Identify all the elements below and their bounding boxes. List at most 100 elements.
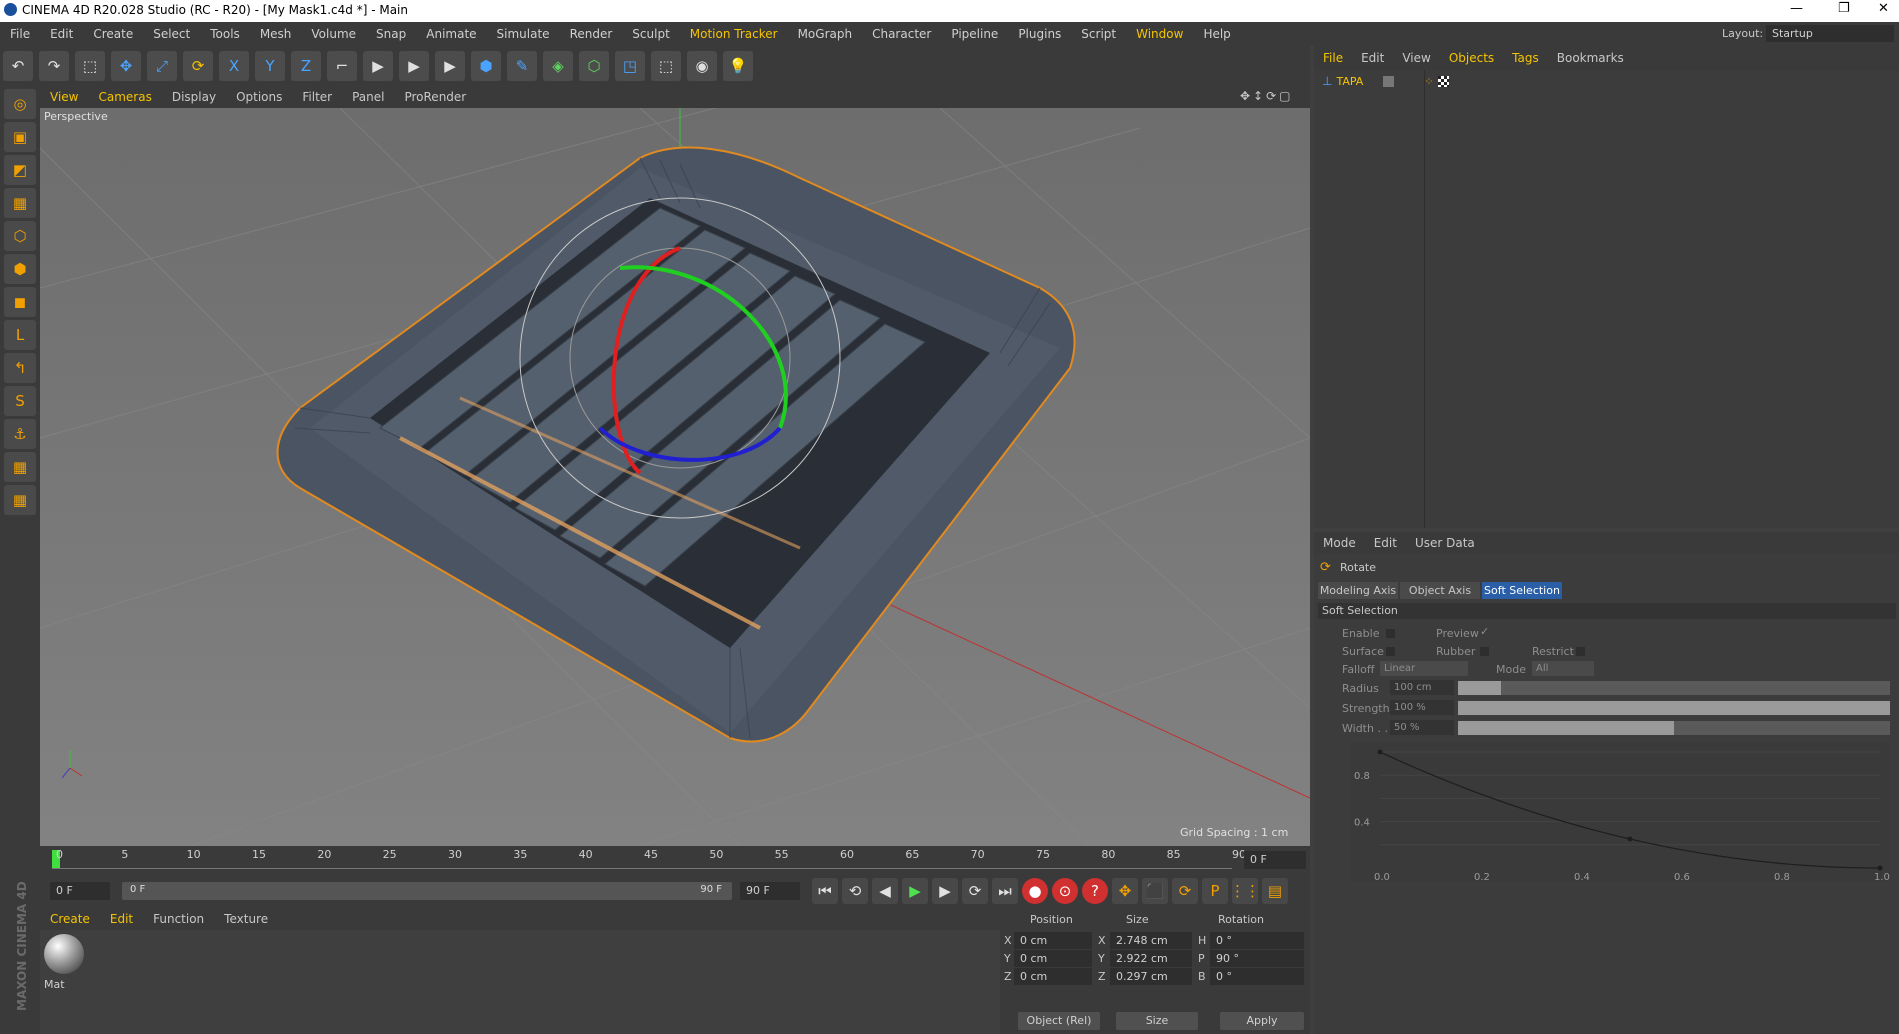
enable-checkbox[interactable] xyxy=(1386,629,1395,638)
coord-system-icon[interactable]: ⌐ xyxy=(327,51,357,81)
next-frame-icon[interactable]: ▶ xyxy=(932,878,958,904)
restrict-checkbox[interactable] xyxy=(1576,647,1585,656)
size-z-field[interactable]: 0.297 cm xyxy=(1110,968,1192,985)
menu-window[interactable]: Window xyxy=(1126,22,1193,46)
rotation-b-field[interactable]: 0 ° xyxy=(1210,968,1304,985)
subdivision-icon[interactable]: ◈ xyxy=(543,51,573,81)
minimize-icon[interactable]: — xyxy=(1790,1,1803,16)
radius-slider[interactable] xyxy=(1458,681,1890,695)
rotation-h-field[interactable]: 0 ° xyxy=(1210,932,1304,949)
viewport-menu-prorender[interactable]: ProRender xyxy=(394,86,476,108)
viewport-menu-cameras[interactable]: Cameras xyxy=(88,86,161,108)
attribute-menu-mode[interactable]: Mode xyxy=(1314,532,1365,554)
menu-pipeline[interactable]: Pipeline xyxy=(941,22,1008,46)
mode-select[interactable]: All xyxy=(1532,661,1594,676)
make-editable-icon[interactable]: ◎ xyxy=(4,89,36,119)
menu-create[interactable]: Create xyxy=(83,22,143,46)
menu-volume[interactable]: Volume xyxy=(301,22,366,46)
go-start-icon[interactable]: ⏮ xyxy=(812,878,838,904)
size-mode-select[interactable]: Size xyxy=(1116,1012,1198,1030)
tab-object-axis[interactable]: Object Axis xyxy=(1400,582,1480,599)
edit-render-icon[interactable]: ▶ xyxy=(435,51,465,81)
snap-icon[interactable]: ⚓ xyxy=(4,419,36,449)
x-axis-icon[interactable]: X xyxy=(219,51,249,81)
menu-tools[interactable]: Tools xyxy=(200,22,250,46)
position-x-field[interactable]: 0 cm xyxy=(1014,932,1092,949)
viewport-menu-filter[interactable]: Filter xyxy=(292,86,342,108)
menu-character[interactable]: Character xyxy=(862,22,941,46)
attribute-menu-edit[interactable]: Edit xyxy=(1365,532,1406,554)
width-slider[interactable] xyxy=(1458,721,1890,735)
key-param-icon[interactable]: P xyxy=(1202,878,1228,904)
undo-icon[interactable]: ↶ xyxy=(3,51,33,81)
key-rotation-icon[interactable]: ⟳ xyxy=(1172,878,1198,904)
menu-sculpt[interactable]: Sculpt xyxy=(622,22,679,46)
model-mode-icon[interactable]: ▣ xyxy=(4,122,36,152)
key-scale-icon[interactable]: ⬛ xyxy=(1142,878,1168,904)
loop-icon[interactable]: ⟲ xyxy=(842,878,868,904)
menu-file[interactable]: File xyxy=(0,22,40,46)
prev-frame-icon[interactable]: ◀ xyxy=(872,878,898,904)
position-y-field[interactable]: 0 cm xyxy=(1014,950,1092,967)
material-menu-function[interactable]: Function xyxy=(143,908,214,930)
start-frame-field[interactable]: 0 F xyxy=(50,882,110,900)
material-name[interactable]: Mat xyxy=(44,978,65,991)
menu-animate[interactable]: Animate xyxy=(416,22,486,46)
material-menu-create[interactable]: Create xyxy=(40,908,100,930)
timeline-ruler[interactable]: 0 5 10 15 20 25 30 35 40 45 50 55 60 65 70 75 80 85 90 xyxy=(52,848,1246,872)
radius-field[interactable]: 100 cm xyxy=(1390,680,1454,695)
array-icon[interactable]: ⬡ xyxy=(579,51,609,81)
viewport-menu-options[interactable]: Options xyxy=(226,86,292,108)
rotate-icon[interactable]: ⟳ xyxy=(183,51,213,81)
range-slider[interactable]: 0 F 90 F xyxy=(122,882,732,900)
falloff-select[interactable]: Linear xyxy=(1380,661,1468,676)
close-icon[interactable]: ✕ xyxy=(1878,1,1889,16)
attribute-menu-user-data[interactable]: User Data xyxy=(1406,532,1484,554)
polygons-icon[interactable]: ◼ xyxy=(4,287,36,317)
z-axis-icon[interactable]: Z xyxy=(291,51,321,81)
rotation-p-field[interactable]: 90 ° xyxy=(1210,950,1304,967)
viewport-menu-view[interactable]: View xyxy=(40,86,88,108)
visibility-icon[interactable] xyxy=(1383,75,1395,87)
timeline-window-icon[interactable]: ▤ xyxy=(1262,878,1288,904)
menu-simulate[interactable]: Simulate xyxy=(487,22,560,46)
menu-help[interactable]: Help xyxy=(1193,22,1240,46)
coord-mode-select[interactable]: Object (Rel) xyxy=(1018,1012,1100,1030)
object-row[interactable]: ⊥ TAPA ⁘ xyxy=(1322,74,1449,88)
layout-select[interactable]: Startup xyxy=(1766,25,1894,42)
workplane-icon[interactable]: ▦ xyxy=(4,188,36,218)
select-icon[interactable]: ⬚ xyxy=(75,51,105,81)
lock-workplane-icon[interactable]: ▦ xyxy=(4,452,36,482)
tweak-icon[interactable]: ↰ xyxy=(4,353,36,383)
repeat-icon[interactable]: ⟳ xyxy=(962,878,988,904)
scale-icon[interactable]: ⤢ xyxy=(147,51,177,81)
strength-slider[interactable] xyxy=(1458,701,1890,715)
key-pla-icon[interactable]: ⋮⋮ xyxy=(1230,878,1260,904)
falloff-curve-graph[interactable]: 0.0 0.2 0.4 0.6 0.8 1.0 0.8 0.4 xyxy=(1350,742,1890,883)
key-position-icon[interactable]: ✥ xyxy=(1112,878,1138,904)
menu-select[interactable]: Select xyxy=(143,22,200,46)
apply-button[interactable]: Apply xyxy=(1220,1012,1304,1030)
texture-mode-icon[interactable]: ◩ xyxy=(4,155,36,185)
render-view-icon[interactable]: ▶ xyxy=(363,51,393,81)
menu-render[interactable]: Render xyxy=(560,22,623,46)
tab-modeling-axis[interactable]: Modeling Axis xyxy=(1318,582,1398,599)
preview-checkbox[interactable]: ✓ xyxy=(1480,625,1489,638)
curve-point[interactable] xyxy=(1377,749,1383,755)
object-menu-edit[interactable]: Edit xyxy=(1352,46,1393,70)
menu-snap[interactable]: Snap xyxy=(366,22,416,46)
material-tag-icon[interactable] xyxy=(1437,75,1449,87)
material-menu-texture[interactable]: Texture xyxy=(214,908,278,930)
menu-plugins[interactable]: Plugins xyxy=(1008,22,1071,46)
end-frame-field[interactable]: 90 F xyxy=(740,882,800,900)
material-preview[interactable] xyxy=(44,934,84,974)
curve-point[interactable] xyxy=(1627,836,1633,842)
autokey-icon[interactable]: ⊙ xyxy=(1052,878,1078,904)
viewport-menu-panel[interactable]: Panel xyxy=(342,86,394,108)
solo-icon[interactable]: S xyxy=(4,386,36,416)
go-end-icon[interactable]: ⏭ xyxy=(992,878,1018,904)
move-icon[interactable]: ✥ xyxy=(111,51,141,81)
help-keys-icon[interactable]: ? xyxy=(1082,878,1108,904)
object-menu-file[interactable]: File xyxy=(1314,46,1352,70)
object-menu-bookmarks[interactable]: Bookmarks xyxy=(1548,46,1633,70)
